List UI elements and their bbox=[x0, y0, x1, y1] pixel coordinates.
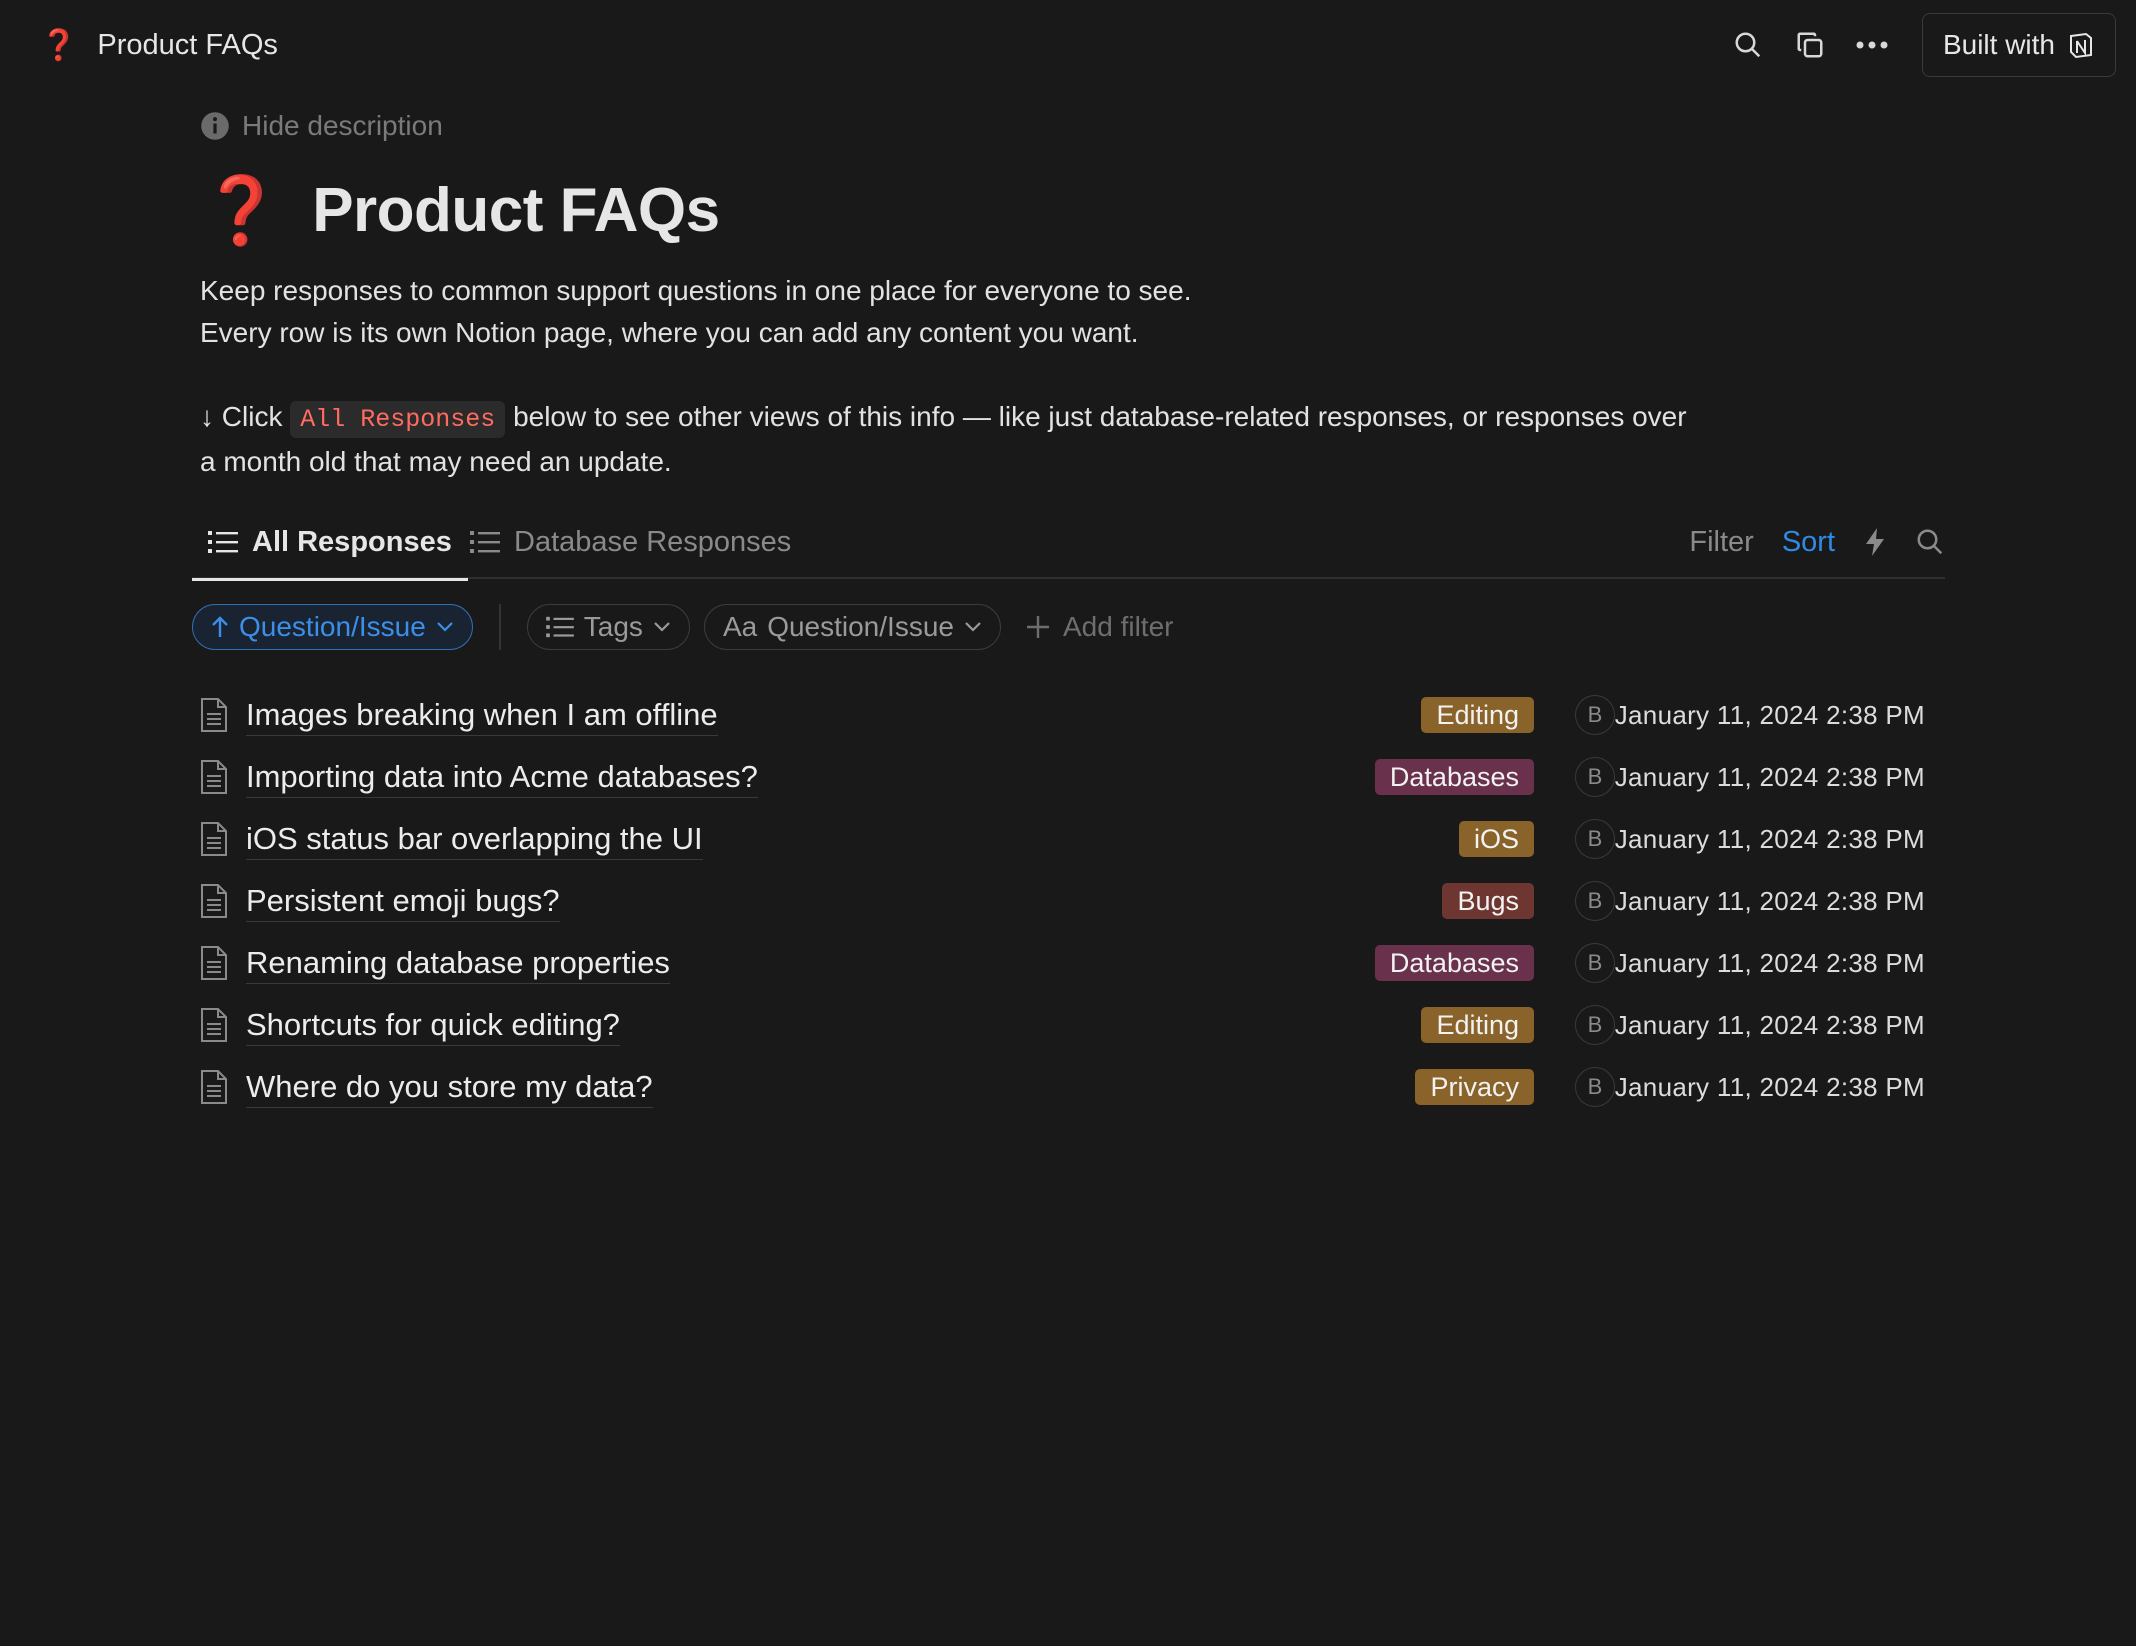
tag-badge: Editing bbox=[1421, 697, 1534, 733]
top-bar: ❓ Product FAQs Built with bbox=[0, 0, 2136, 90]
avatar: B bbox=[1575, 1067, 1615, 1107]
built-with-label: Built with bbox=[1942, 29, 2055, 60]
tag-badge: Databases bbox=[1374, 759, 1534, 795]
list-item[interactable]: iOS status bar overlapping the UI iOS B … bbox=[192, 808, 1945, 870]
avatar: B bbox=[1575, 881, 1615, 921]
add-filter-label: Add filter bbox=[1062, 611, 1174, 642]
tab-label: All Responses bbox=[252, 525, 452, 558]
list-item[interactable]: Renaming database properties Databases B… bbox=[192, 932, 1945, 994]
info-icon bbox=[201, 112, 229, 140]
faq-list: Images breaking when I am offline Editin… bbox=[192, 684, 1945, 1118]
row-date: January 11, 2024 2:38 PM bbox=[1614, 885, 1925, 916]
page-title-row: ❓ Product FAQs bbox=[200, 170, 1945, 250]
question-filter-chip[interactable]: Aa Question/Issue bbox=[703, 604, 1001, 650]
page-emoji-icon: ❓ bbox=[40, 28, 78, 62]
row-title[interactable]: Where do you store my data? bbox=[246, 1067, 653, 1108]
built-with-notion-button[interactable]: Built with bbox=[1921, 13, 2116, 77]
list-icon bbox=[208, 531, 238, 553]
row-date: January 11, 2024 2:38 PM bbox=[1614, 1071, 1925, 1102]
row-date: January 11, 2024 2:38 PM bbox=[1614, 761, 1925, 792]
description-text: ↓ Click bbox=[200, 401, 283, 432]
document-icon bbox=[192, 693, 236, 737]
row-title[interactable]: Images breaking when I am offline bbox=[246, 695, 718, 736]
tab-all-responses[interactable]: All Responses bbox=[192, 505, 468, 581]
list-item[interactable]: Importing data into Acme databases? Data… bbox=[192, 746, 1945, 808]
page-title: Product FAQs bbox=[312, 175, 720, 245]
tag-badge: Databases bbox=[1374, 945, 1534, 981]
topbar-actions: Built with bbox=[1726, 13, 2116, 77]
document-icon bbox=[192, 755, 236, 799]
divider bbox=[498, 604, 501, 650]
description-line: ↓ Click All Responses below to see other… bbox=[200, 396, 1945, 441]
arrow-up-icon bbox=[212, 616, 228, 637]
sort-button[interactable]: Sort bbox=[1782, 526, 1835, 559]
tags-chip-label: Tags bbox=[583, 611, 643, 642]
row-title[interactable]: Persistent emoji bugs? bbox=[246, 881, 560, 922]
text-type-icon: Aa bbox=[722, 611, 758, 642]
description-text: below to see other views of this info — … bbox=[513, 401, 1687, 432]
breadcrumb[interactable]: ❓ Product FAQs bbox=[40, 22, 278, 68]
document-icon bbox=[192, 817, 236, 861]
chevron-down-icon bbox=[965, 622, 981, 632]
description-line: Every row is its own Notion page, where … bbox=[200, 317, 1139, 348]
filter-button[interactable]: Filter bbox=[1689, 526, 1753, 559]
tag-badge: Privacy bbox=[1415, 1069, 1534, 1105]
add-filter-button[interactable]: Add filter bbox=[1025, 611, 1174, 643]
plus-icon bbox=[1026, 616, 1049, 638]
hide-description-toggle[interactable]: Hide description bbox=[200, 100, 1945, 152]
tag-badge: Bugs bbox=[1442, 883, 1534, 919]
duplicate-icon[interactable] bbox=[1788, 23, 1832, 67]
list-icon bbox=[470, 531, 500, 553]
view-tabs: All Responses Database Responses Filter … bbox=[192, 505, 1945, 581]
more-options-icon[interactable] bbox=[1850, 23, 1894, 67]
chevron-down-icon bbox=[654, 622, 670, 632]
tag-badge: iOS bbox=[1458, 821, 1534, 857]
list-item[interactable]: Shortcuts for quick editing? Editing B J… bbox=[192, 994, 1945, 1056]
document-icon bbox=[192, 1065, 236, 1109]
row-title[interactable]: iOS status bar overlapping the UI bbox=[246, 819, 703, 860]
inline-code: All Responses bbox=[290, 401, 506, 438]
chevron-down-icon bbox=[437, 622, 453, 632]
avatar: B bbox=[1575, 1005, 1615, 1045]
avatar: B bbox=[1575, 819, 1615, 859]
search-icon[interactable] bbox=[1726, 23, 1770, 67]
tags-filter-chip[interactable]: Tags bbox=[526, 604, 690, 650]
sort-chip-label: Question/Issue bbox=[239, 611, 426, 642]
sort-chip[interactable]: Question/Issue bbox=[192, 604, 473, 650]
avatar: B bbox=[1575, 757, 1615, 797]
list-item[interactable]: Persistent emoji bugs? Bugs B January 11… bbox=[192, 870, 1945, 932]
row-date: January 11, 2024 2:38 PM bbox=[1614, 947, 1925, 978]
list-icon bbox=[545, 616, 574, 638]
page-description: Keep responses to common support questio… bbox=[200, 270, 1945, 483]
question-emoji-icon[interactable]: ❓ bbox=[200, 177, 282, 243]
row-date: January 11, 2024 2:38 PM bbox=[1614, 1009, 1925, 1040]
avatar: B bbox=[1575, 943, 1615, 983]
document-icon bbox=[192, 879, 236, 923]
lightning-icon[interactable] bbox=[1863, 527, 1887, 557]
row-title[interactable]: Shortcuts for quick editing? bbox=[246, 1005, 620, 1046]
notion-logo-icon bbox=[2070, 32, 2092, 59]
row-title[interactable]: Importing data into Acme databases? bbox=[246, 757, 758, 798]
document-icon bbox=[192, 1003, 236, 1047]
document-icon bbox=[192, 941, 236, 985]
view-tools: Filter Sort bbox=[1689, 505, 1945, 579]
row-date: January 11, 2024 2:38 PM bbox=[1614, 699, 1925, 730]
list-item[interactable]: Where do you store my data? Privacy B Ja… bbox=[192, 1056, 1945, 1118]
page-header: Hide description ❓ Product FAQs Keep res… bbox=[200, 100, 1945, 483]
description-line: Keep responses to common support questio… bbox=[200, 275, 1192, 306]
question-chip-label: Question/Issue bbox=[767, 611, 954, 642]
breadcrumb-title[interactable]: Product FAQs bbox=[97, 29, 278, 62]
hide-description-label: Hide description bbox=[242, 110, 443, 141]
filter-bar: Question/Issue Tags Aa Question/Issue Ad… bbox=[192, 604, 1173, 650]
row-date: January 11, 2024 2:38 PM bbox=[1614, 823, 1925, 854]
avatar: B bbox=[1575, 695, 1615, 735]
list-item[interactable]: Images breaking when I am offline Editin… bbox=[192, 684, 1945, 746]
description-line: a month old that may need an update. bbox=[200, 446, 672, 477]
search-icon[interactable] bbox=[1915, 527, 1945, 557]
tab-database-responses[interactable]: Database Responses bbox=[454, 505, 807, 579]
tag-badge: Editing bbox=[1421, 1007, 1534, 1043]
tab-label: Database Responses bbox=[514, 525, 792, 558]
row-title[interactable]: Renaming database properties bbox=[246, 943, 670, 984]
